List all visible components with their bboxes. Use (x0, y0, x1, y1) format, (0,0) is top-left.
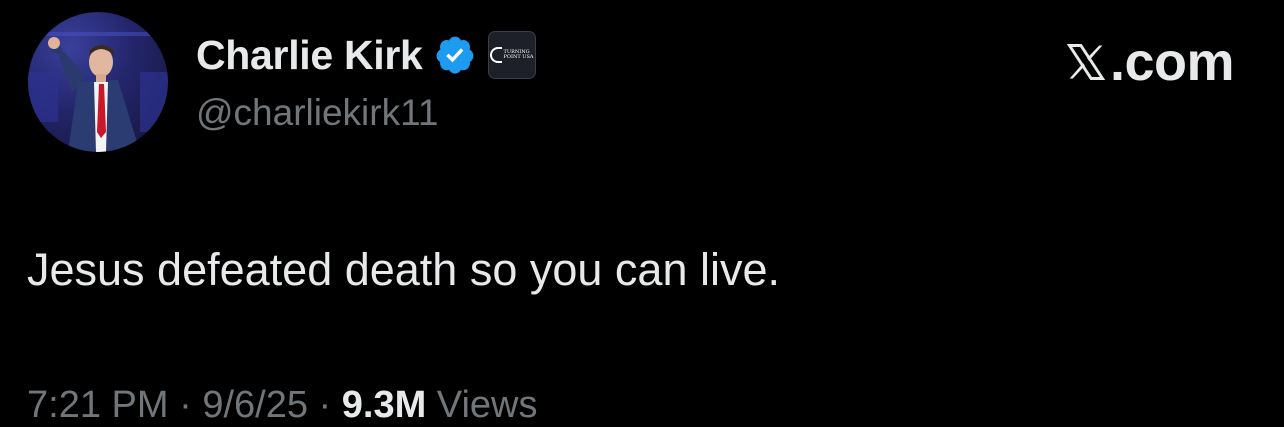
separator: · (318, 384, 332, 426)
author-info: Charlie Kirk TURNING POINT USA (196, 26, 536, 84)
separator: · (179, 384, 192, 426)
tweet-time[interactable]: 7:21 PM (27, 384, 169, 426)
views-count[interactable]: 9.3M (342, 384, 426, 426)
profile-photo (28, 32, 168, 152)
affiliate-badge[interactable]: TURNING POINT USA (487, 31, 536, 79)
verified-badge-icon[interactable] (434, 34, 476, 76)
display-name[interactable]: Charlie Kirk (196, 34, 423, 76)
x-logo-icon (1064, 40, 1108, 84)
site-logo[interactable]: .com (1064, 32, 1235, 92)
affiliate-badge-text: TURNING POINT USA (503, 48, 534, 60)
user-handle[interactable]: @charliekirk11 (196, 94, 439, 131)
site-domain-text: .com (1109, 32, 1235, 92)
avatar[interactable] (28, 12, 168, 152)
tweet-metadata: 7:21 PM · 9/6/25 · 9.3M Views (27, 386, 537, 424)
tweet-text: Jesus defeated death so you can live. (27, 244, 781, 295)
views-label: Views (436, 384, 538, 426)
turning-point-usa-logo (489, 47, 502, 63)
tweet-date[interactable]: 9/6/25 (202, 384, 308, 426)
